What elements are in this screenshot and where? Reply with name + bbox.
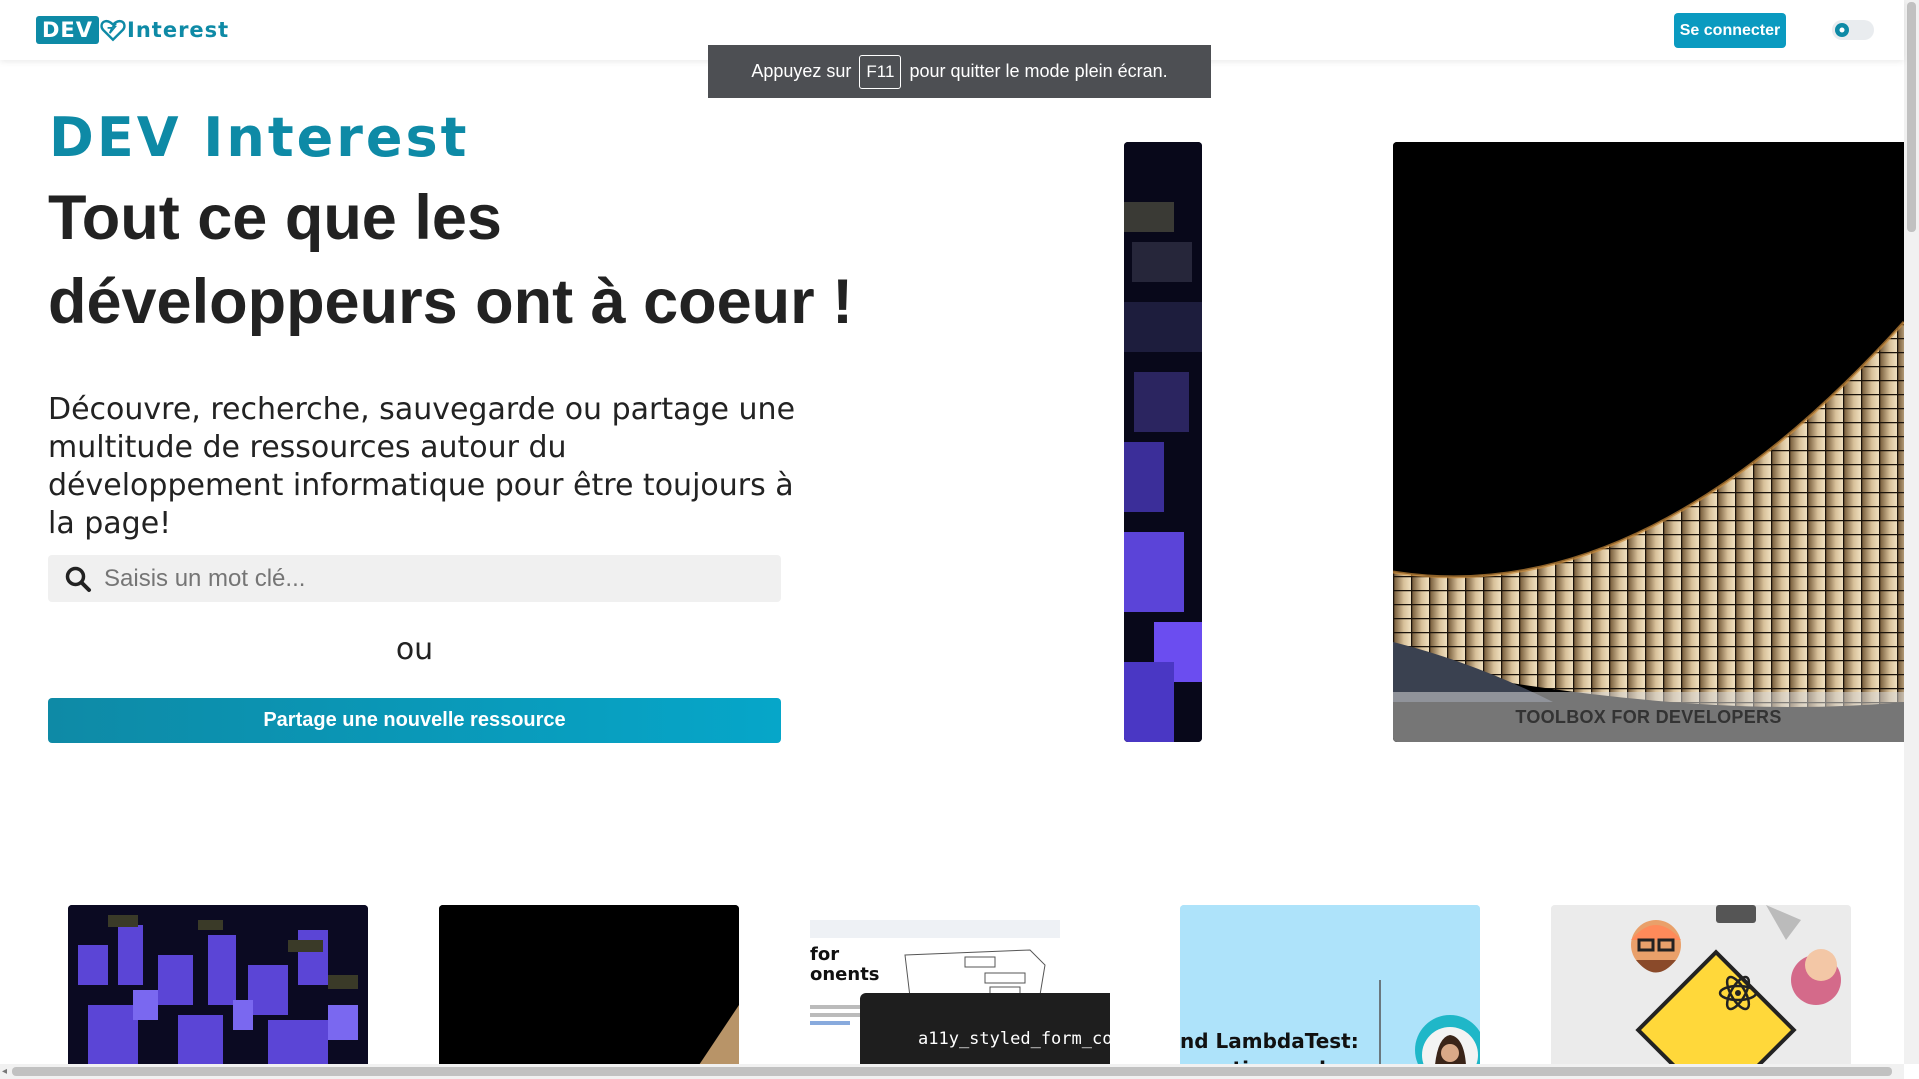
card-3-title-line1: for xyxy=(810,944,840,965)
card-4-title: nd LambdaTest: xecution and xyxy=(1180,1027,1359,1065)
share-resource-button[interactable]: Partage une nouvelle ressource xyxy=(48,698,781,743)
vertical-scrollbar-thumb[interactable] xyxy=(1907,2,1916,232)
card-3-title-line2: onents xyxy=(810,964,880,985)
site-logo[interactable]: DEV Interest xyxy=(36,14,229,46)
sun-icon xyxy=(1835,23,1849,37)
card-image-illustration xyxy=(1551,905,1851,1065)
vertical-scrollbar[interactable] xyxy=(1904,0,1919,1064)
slide-image-cubes xyxy=(1124,142,1202,742)
page-headline: Tout ce que les développeurs ont à coeur… xyxy=(48,183,854,337)
login-button[interactable]: Se connecter xyxy=(1674,13,1786,48)
horizontal-scrollbar[interactable]: ◂ xyxy=(0,1064,1904,1079)
resource-card-5[interactable] xyxy=(1551,905,1851,1065)
search-bar xyxy=(48,555,781,602)
resource-card-3[interactable]: for onents a11y_styled_form_con xyxy=(810,905,1110,1065)
page: DEV Interest Se connecter Appuyez sur F1… xyxy=(0,0,1919,1079)
heart-icon xyxy=(100,19,126,42)
fullscreen-notice-after: pour quitter le mode plein écran. xyxy=(909,61,1168,81)
fullscreen-notice: Appuyez sur F11 pour quitter le mode ple… xyxy=(708,45,1211,98)
carousel-slide-current[interactable]: TOOLBOX FOR DEVELOPERS xyxy=(1393,142,1904,742)
card-image-wave xyxy=(439,905,739,1065)
logo-dev-text: DEV xyxy=(36,16,100,44)
carousel-slide-previous[interactable] xyxy=(1124,142,1202,742)
scroll-left-arrow-icon[interactable]: ◂ xyxy=(2,1066,7,1077)
fullscreen-notice-key: F11 xyxy=(859,54,902,89)
theme-toggle[interactable] xyxy=(1832,20,1874,40)
card-3-title: for onents xyxy=(810,945,880,985)
search-icon xyxy=(65,566,91,592)
card-4-title-line1: nd LambdaTest: xyxy=(1180,1029,1359,1053)
logo-interest-text: Interest xyxy=(127,18,230,42)
slide-image-wave xyxy=(1393,142,1904,742)
card-3-code-window: a11y_styled_form_con xyxy=(860,993,1110,1065)
fullscreen-notice-before: Appuyez sur xyxy=(751,61,852,81)
or-separator: ou xyxy=(395,632,434,667)
resource-card-4[interactable]: nd LambdaTest: xecution and xyxy=(1180,905,1480,1065)
page-subtitle: Découvre, recherche, sauvegarde ou parta… xyxy=(48,392,796,541)
card-image-cubes xyxy=(68,905,368,1065)
resource-card-1[interactable] xyxy=(68,905,368,1065)
resource-card-2[interactable] xyxy=(439,905,739,1065)
horizontal-scrollbar-thumb[interactable] xyxy=(12,1067,1892,1076)
search-input[interactable] xyxy=(92,555,781,602)
slide-caption: TOOLBOX FOR DEVELOPERS xyxy=(1393,692,1904,742)
brand-title: DEV Interest xyxy=(49,106,470,169)
